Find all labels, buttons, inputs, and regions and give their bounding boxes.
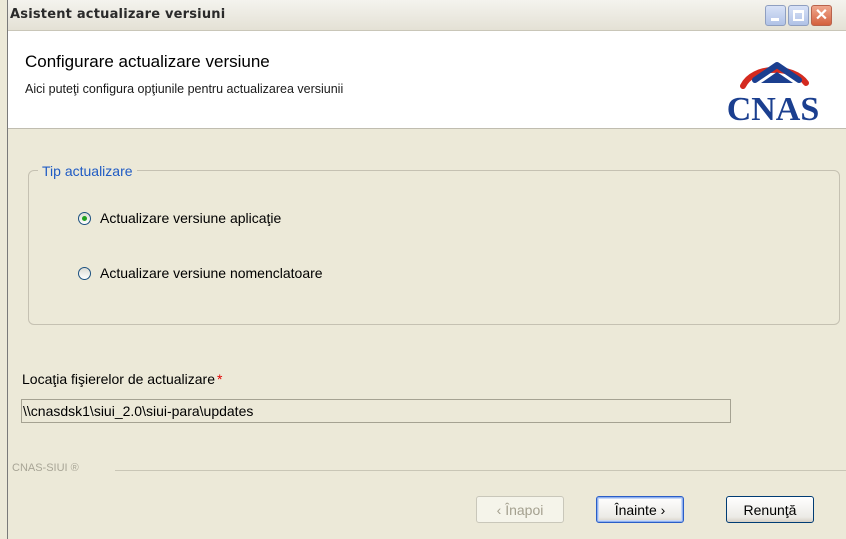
location-label-text: Locaţia fişierelor de actualizare [22,371,215,387]
next-button[interactable]: Înainte › [596,496,684,523]
brand-label: CNAS-SIUI ® [12,462,79,474]
radio-update-nomenclatures-label: Actualizare versiune nomenclatoare [100,265,323,281]
window-title: Asistent actualizare versiuni [10,7,226,22]
title-bar[interactable]: Asistent actualizare versiuni ✕ [8,0,846,31]
radio-update-nomenclatures[interactable]: Actualizare versiune nomenclatoare [78,263,323,283]
back-button[interactable]: ‹ Înapoi [476,496,564,523]
page-title: Configurare actualizare versiune [25,52,270,71]
wizard-header: Configurare actualizare versiune Aici pu… [8,31,846,129]
radio-update-application-label: Actualizare versiune aplicaţie [100,210,282,226]
footer-divider [115,470,846,471]
radio-update-application[interactable]: Actualizare versiune aplicaţie [78,208,281,228]
radio-selected-icon[interactable] [78,211,91,225]
maximize-icon[interactable] [788,5,809,26]
cancel-button[interactable]: Renunţă [726,496,814,523]
logo-text: CNAS [727,91,820,127]
wizard-window: Asistent actualizare versiuni ✕ Configur… [8,0,846,539]
minimize-icon[interactable] [765,5,786,26]
page-subtitle: Aici puteţi configura opţiunile pentru a… [25,82,344,96]
radio-unselected-icon[interactable] [78,266,91,280]
location-field[interactable]: \\cnasdsk1\siui_2.0\siui-para\updates [21,399,731,423]
location-label: Locaţia fişierelor de actualizare * [22,371,222,387]
update-type-legend: Tip actualizare [38,163,137,179]
required-mark: * [217,371,223,387]
cnas-logo: CNAS [727,62,820,127]
close-icon[interactable]: ✕ [811,5,832,26]
update-type-group [28,170,840,325]
